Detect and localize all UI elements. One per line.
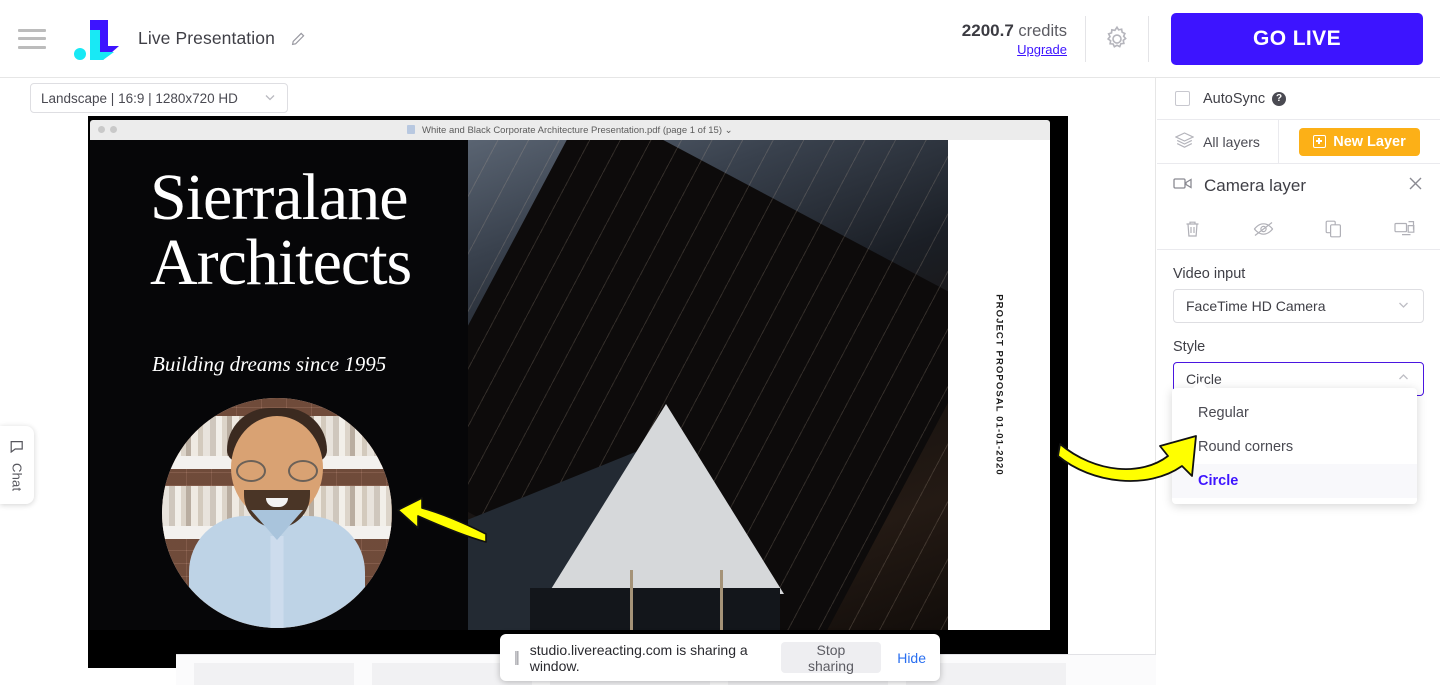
canvas-area: Landscape | 16:9 | 1280x720 HD White and… [0,78,1197,685]
slide-content: PROJECT PROPOSAL 01-01-2020 Sierralane A… [90,140,1050,630]
pencil-icon[interactable] [290,31,306,47]
shared-window-titlebar: White and Black Corporate Architecture P… [90,120,1050,140]
slide-title-line-2: Architects [150,225,412,299]
plus-square-icon [1313,135,1327,148]
style-option-circle[interactable]: Circle [1172,464,1417,498]
slide-vertical-text: PROJECT PROPOSAL 01-01-2020 [993,294,1005,476]
pdf-file-icon [407,124,416,134]
architecture-photo [468,140,948,630]
copy-icon[interactable] [1299,220,1370,238]
style-label: Style [1173,339,1206,355]
hide-link[interactable]: Hide [897,650,926,666]
eye-off-icon[interactable] [1228,221,1299,237]
slide-subtitle: Building dreams since 1995 [152,352,387,376]
layers-stack-icon [1174,131,1195,152]
chat-tab[interactable]: Chat [0,426,34,504]
chat-bubble-icon [10,439,24,458]
hamburger-menu-icon[interactable] [18,28,46,49]
chevron-down-icon [263,90,277,107]
video-input-field: Video input FaceTime HD Camera [1157,250,1440,323]
app-header: Live Presentation 2200.7 credits Upgrade [0,0,1440,78]
camera-layer-icon [1173,176,1193,196]
camera-layer-title: Camera layer [1204,176,1307,195]
camera-circle-overlay[interactable] [162,398,392,628]
style-dropdown-menu[interactable]: Regular Round corners Circle [1172,381,1417,504]
help-circle-icon[interactable]: ? [1272,91,1287,106]
stop-sharing-button[interactable]: Stop sharing [780,642,882,674]
screens-swap-icon[interactable] [1369,220,1440,237]
format-select[interactable]: Landscape | 16:9 | 1280x720 HD [30,83,288,113]
page-title: Live Presentation [138,28,306,49]
autosync-label: AutoSync [1203,90,1266,107]
chevron-up-icon [1396,370,1411,388]
trash-icon[interactable] [1157,220,1228,238]
chevron-down-icon: ⌄ [724,124,733,136]
slide-title-line-1: Sierralane [150,161,409,234]
video-input-label: Video input [1173,266,1246,282]
header-divider-2 [1148,15,1149,62]
layers-toolbar: All layers New Layer [1157,120,1440,164]
style-option-round-corners[interactable]: Round corners [1172,430,1417,464]
livereacting-logo [70,16,120,62]
video-input-select[interactable]: FaceTime HD Camera [1173,289,1424,323]
credits-block: 2200.7 credits Upgrade [962,21,1085,57]
window-traffic-lights [98,126,117,133]
upgrade-link[interactable]: Upgrade [962,42,1067,57]
new-layer-button[interactable]: New Layer [1299,127,1420,156]
screen-share-bar: || studio.livereacting.com is sharing a … [500,634,940,681]
chat-tab-label: Chat [9,462,25,492]
gear-icon[interactable] [1086,24,1148,54]
go-live-button[interactable]: GO LIVE [1171,12,1423,65]
format-select-value: Landscape | 16:9 | 1280x720 HD [41,90,238,106]
header-actions: 2200.7 credits Upgrade GO LIVE [962,0,1440,77]
all-layers-label: All layers [1203,133,1260,150]
layer-actions-row [1157,208,1440,250]
autosync-checkbox[interactable] [1175,91,1190,106]
autosync-row: AutoSync ? [1157,78,1440,120]
drag-grip-icon[interactable]: || [514,649,520,666]
style-option-regular[interactable]: Regular [1172,396,1417,430]
presentation-stage[interactable]: White and Black Corporate Architecture P… [88,116,1156,685]
shared-window-title-text: White and Black Corporate Architecture P… [422,124,722,136]
presentation-name: Live Presentation [138,28,275,48]
shared-window-title: White and Black Corporate Architecture P… [407,124,733,136]
credits-amount: 2200.7 [961,20,1014,40]
new-layer-wrap: New Layer [1278,120,1440,163]
slide-title: Sierralane Architects [150,161,412,299]
video-input-value: FaceTime HD Camera [1186,298,1326,314]
camera-layer-header: Camera layer [1157,164,1440,208]
all-layers-button[interactable]: All layers [1157,120,1278,163]
slide-white-strip: PROJECT PROPOSAL 01-01-2020 [948,140,1050,630]
chevron-down-icon [1396,297,1411,315]
credits-label: credits [1018,21,1067,40]
new-layer-label: New Layer [1333,133,1406,150]
share-message: studio.livereacting.com is sharing a win… [529,641,748,674]
close-icon[interactable] [1407,175,1424,197]
